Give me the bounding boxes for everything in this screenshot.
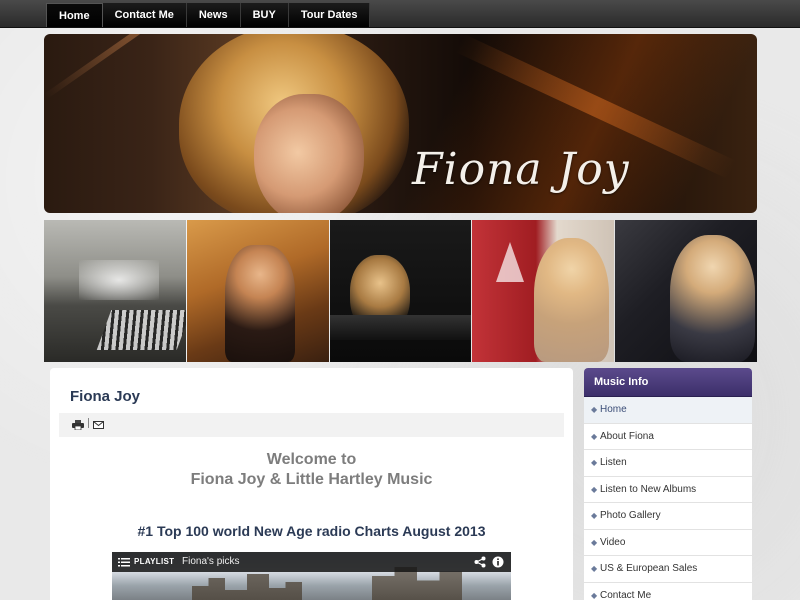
sidebar-item-video[interactable]: ◆ Video xyxy=(584,530,752,556)
main-nav: Home Contact Me News BUY Tour Dates xyxy=(46,3,371,27)
email-icon[interactable] xyxy=(93,421,104,429)
banner-piano-line xyxy=(44,34,195,99)
album-cover-600-years[interactable] xyxy=(44,220,186,362)
album-cover-blue-dream[interactable] xyxy=(615,220,757,362)
nav-news[interactable]: News xyxy=(186,3,241,27)
sidebar-item-label: Photo Gallery xyxy=(600,510,661,521)
welcome-heading: Welcome to Fiona Joy & Little Hartley Mu… xyxy=(50,450,573,490)
chart-heading: #1 Top 100 world New Age radio Charts Au… xyxy=(137,523,486,539)
album-cover-portrait xyxy=(670,235,756,362)
sidebar-item-label: Contact Me xyxy=(600,589,652,600)
bullet-icon: ◆ xyxy=(591,458,598,467)
sidebar-item-label: Video xyxy=(600,536,626,548)
sidebar-header: Music Info xyxy=(584,368,752,397)
album-cover-sun xyxy=(79,260,159,300)
top-navigation-bar: Home Contact Me News BUY Tour Dates xyxy=(0,0,800,28)
album-cover-portrait xyxy=(224,245,295,362)
bullet-icon: ◆ xyxy=(591,537,598,547)
bullet-icon: ◆ xyxy=(591,511,598,520)
video-player[interactable]: PLAYLIST Fiona's picks xyxy=(112,552,511,600)
bullet-icon: ◆ xyxy=(591,405,598,414)
info-icon[interactable] xyxy=(492,556,504,568)
nav-contact-me[interactable]: Contact Me xyxy=(102,3,187,27)
bullet-icon: ◆ xyxy=(591,564,598,573)
album-cover-portrait xyxy=(534,238,610,362)
sidebar-item-label: Listen to New Albums xyxy=(600,483,697,495)
sidebar-item-us-european-sales[interactable]: ◆ US & European Sales xyxy=(584,556,752,583)
video-thumbnail-ruins xyxy=(192,574,302,600)
playlist-label: PLAYLIST xyxy=(134,557,175,566)
bullet-icon: ◆ xyxy=(591,484,598,494)
print-icon[interactable] xyxy=(72,420,84,430)
welcome-line-2: Fiona Joy & Little Hartley Music xyxy=(190,471,433,488)
album-cover-live-at-the-q[interactable] xyxy=(329,220,472,362)
sidebar-item-label: US & European Sales xyxy=(600,563,698,574)
sidebar-item-contact-me[interactable]: ◆ Contact Me xyxy=(584,583,752,600)
header-banner: Fiona Joy xyxy=(44,34,757,213)
sidebar-item-label: About Fiona xyxy=(600,430,654,442)
album-cover-piano xyxy=(329,315,472,340)
welcome-line-1: Welcome to xyxy=(266,451,357,468)
sidebar-item-label: Home xyxy=(600,404,627,415)
video-top-bar: PLAYLIST Fiona's picks xyxy=(112,552,511,572)
article-toolbar xyxy=(59,413,564,437)
nav-buy[interactable]: BUY xyxy=(240,3,289,27)
sidebar-music-info: Music Info ◆ Home ◆ About Fiona ◆ Listen… xyxy=(584,368,752,600)
share-icon[interactable] xyxy=(474,556,486,568)
nav-tour-dates[interactable]: Tour Dates xyxy=(288,3,371,27)
main-content: Fiona Joy Welcome to Fiona Joy & Little … xyxy=(50,368,573,600)
toolbar-separator xyxy=(88,418,89,428)
sidebar-item-about-fiona[interactable]: ◆ About Fiona xyxy=(584,424,752,450)
album-cover-sensual-journeys[interactable] xyxy=(186,220,329,362)
playlist-title[interactable]: Fiona's picks xyxy=(182,556,240,567)
album-cover-christmas-joy[interactable] xyxy=(472,220,615,362)
album-cover-piano-keys xyxy=(96,310,186,350)
album-cover-tree xyxy=(496,242,525,282)
bullet-icon: ◆ xyxy=(591,590,598,600)
sidebar-item-photo-gallery[interactable]: ◆ Photo Gallery xyxy=(584,503,752,530)
sidebar-item-label: Listen xyxy=(600,457,627,468)
playlist-icon[interactable] xyxy=(118,557,130,567)
bullet-icon: ◆ xyxy=(591,431,598,441)
banner-title: Fiona Joy xyxy=(412,144,630,195)
page-title: Fiona Joy xyxy=(70,388,141,405)
album-covers-row xyxy=(44,220,757,362)
nav-home[interactable]: Home xyxy=(46,3,103,27)
sidebar-item-home[interactable]: ◆ Home xyxy=(584,397,752,424)
sidebar-item-listen-new-albums[interactable]: ◆ Listen to New Albums xyxy=(584,477,752,503)
sidebar-item-listen[interactable]: ◆ Listen xyxy=(584,450,752,477)
banner-portrait-face xyxy=(254,94,364,213)
